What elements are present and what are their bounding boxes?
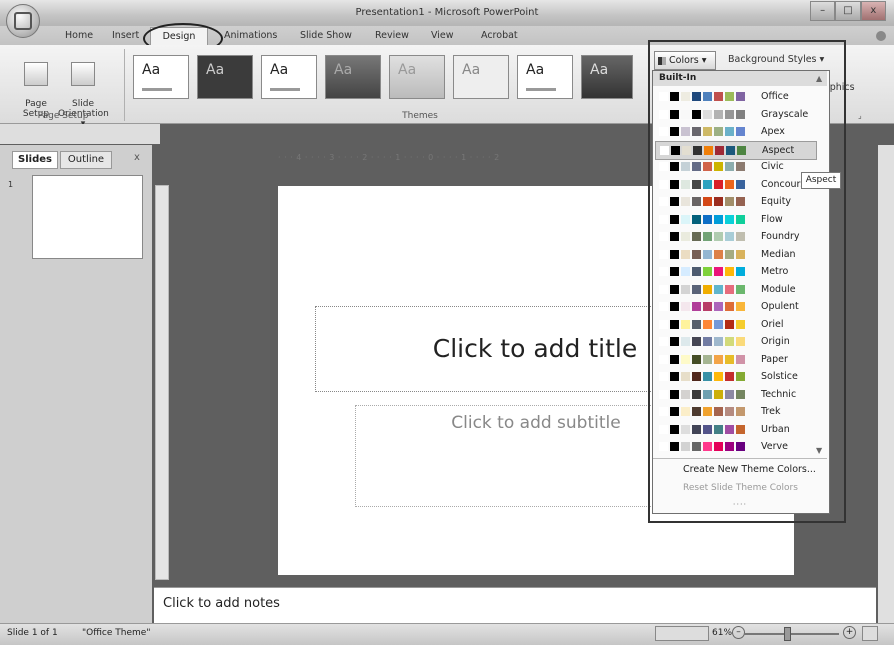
theme-apex[interactable]: Aa bbox=[197, 55, 253, 99]
notes-placeholder[interactable]: Click to add notes bbox=[163, 596, 280, 611]
tab-animations[interactable]: Animations bbox=[224, 30, 277, 44]
zoom-in-button[interactable]: + bbox=[843, 626, 856, 639]
slide-thumbnail[interactable] bbox=[32, 175, 143, 259]
theme-sample-text: Aa bbox=[526, 62, 545, 78]
theme-bar bbox=[142, 88, 172, 91]
window-controls: – □ x bbox=[810, 1, 886, 21]
tab-view[interactable]: View bbox=[431, 30, 454, 44]
theme-sample-text: Aa bbox=[334, 62, 353, 78]
horizontal-ruler: · · · 4 · · · · 3 · · · · 2 · · · · 1 · … bbox=[278, 153, 500, 162]
status-slide-count: Slide 1 of 1 bbox=[7, 628, 58, 638]
theme-sample-text: Aa bbox=[270, 62, 289, 78]
vertical-ruler bbox=[155, 185, 169, 580]
theme-sample-text: Aa bbox=[462, 62, 481, 78]
quick-access-toolbar[interactable] bbox=[0, 124, 160, 144]
dropdown-highlight-frame bbox=[648, 40, 846, 523]
group-separator bbox=[124, 49, 125, 121]
tab-home[interactable]: Home bbox=[65, 30, 93, 44]
window-title: Presentation1 - Microsoft PowerPoint bbox=[355, 7, 539, 18]
page-setup-group-label: Page Setup bbox=[37, 111, 89, 121]
minimize-button[interactable]: – bbox=[810, 1, 836, 21]
tab-insert[interactable]: Insert bbox=[112, 30, 139, 44]
vertical-scrollbar[interactable] bbox=[878, 145, 894, 623]
tab-slides[interactable]: Slides bbox=[12, 151, 58, 169]
thumbnail-number: 1 bbox=[8, 180, 14, 189]
theme-sample-text: Aa bbox=[142, 62, 161, 78]
theme-flow[interactable]: Aa bbox=[517, 55, 573, 99]
theme-bar bbox=[526, 88, 556, 91]
status-theme-name: "Office Theme" bbox=[82, 628, 151, 638]
view-buttons[interactable] bbox=[655, 626, 709, 641]
theme-sample-text: Aa bbox=[206, 62, 225, 78]
zoom-slider-thumb[interactable] bbox=[784, 627, 791, 641]
theme-sample-text: Aa bbox=[398, 62, 417, 78]
themes-group-label: Themes bbox=[402, 111, 438, 121]
page-setup-button[interactable]: Page Setup bbox=[18, 52, 54, 119]
zoom-level[interactable]: 61% bbox=[712, 628, 732, 638]
office-logo-icon bbox=[14, 12, 32, 30]
theme-concourse[interactable]: Aa bbox=[389, 55, 445, 99]
dialog-launcher-icon[interactable]: ⌟ bbox=[858, 111, 862, 120]
theme-sample-text: Aa bbox=[590, 62, 609, 78]
theme-civic[interactable]: Aa bbox=[325, 55, 381, 99]
panel-close-icon[interactable]: x bbox=[134, 152, 140, 163]
theme-office[interactable]: Aa bbox=[133, 55, 189, 99]
tab-outline[interactable]: Outline bbox=[60, 151, 112, 169]
theme-aspect[interactable]: Aa bbox=[261, 55, 317, 99]
theme-equity[interactable]: Aa bbox=[453, 55, 509, 99]
theme-bar bbox=[270, 88, 300, 91]
tab-review[interactable]: Review bbox=[375, 30, 409, 44]
tab-acrobat[interactable]: Acrobat bbox=[481, 30, 518, 44]
theme-foundry[interactable]: Aa bbox=[581, 55, 633, 99]
tab-slide-show[interactable]: Slide Show bbox=[300, 30, 352, 44]
close-button[interactable]: x bbox=[860, 1, 886, 21]
fit-to-window-button[interactable] bbox=[862, 626, 878, 641]
zoom-slider[interactable] bbox=[744, 633, 839, 635]
slide-orientation-icon bbox=[71, 62, 95, 86]
page-setup-icon bbox=[24, 62, 48, 86]
help-icon[interactable] bbox=[876, 31, 886, 41]
maximize-button[interactable]: □ bbox=[835, 1, 861, 21]
office-button[interactable] bbox=[6, 4, 40, 38]
